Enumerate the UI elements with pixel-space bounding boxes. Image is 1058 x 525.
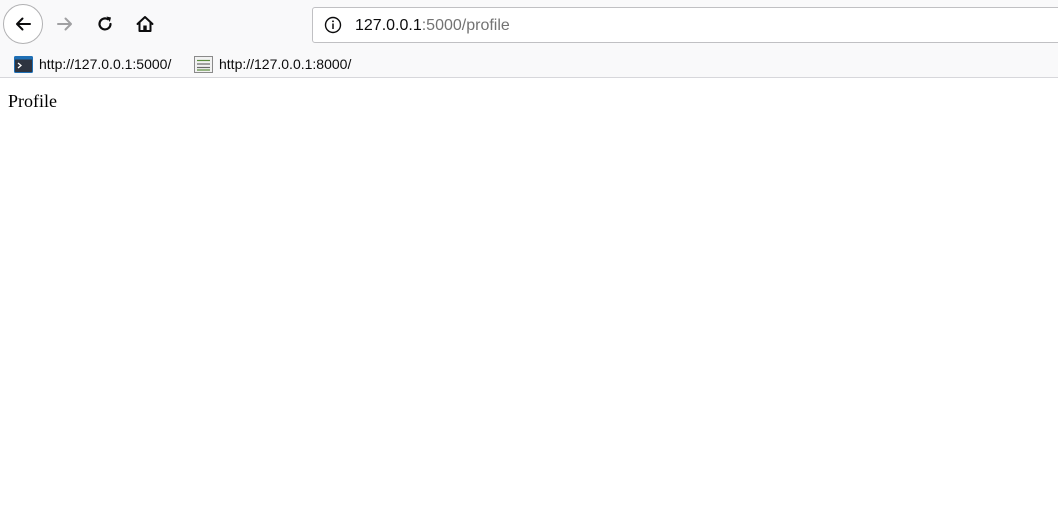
page-content: Profile <box>0 78 1058 525</box>
home-button[interactable] <box>130 9 160 39</box>
bookmarks-toolbar: http://127.0.0.1:5000/ http://127.0.0.1:… <box>0 50 1058 78</box>
url-bar[interactable]: 127.0.0.1:5000/profile <box>312 7 1058 43</box>
back-button[interactable] <box>3 4 43 44</box>
browser-window: 127.0.0.1:5000/profile http://127.0.0.1:… <box>0 0 1058 525</box>
page-title: Profile <box>8 91 57 111</box>
bookmark-item[interactable]: http://127.0.0.1:5000/ <box>14 54 171 74</box>
url-path: :5000/profile <box>421 17 510 34</box>
info-icon[interactable] <box>324 16 342 34</box>
url-text: 127.0.0.1:5000/profile <box>355 16 510 36</box>
reload-button[interactable] <box>90 9 120 39</box>
terminal-icon <box>14 55 33 73</box>
document-list-icon <box>194 55 213 73</box>
bookmark-label: http://127.0.0.1:8000/ <box>219 56 352 72</box>
bookmark-item[interactable]: http://127.0.0.1:8000/ <box>194 54 351 74</box>
arrow-right-icon <box>57 17 72 31</box>
arrow-left-icon <box>16 17 31 31</box>
bookmark-label: http://127.0.0.1:5000/ <box>39 56 172 72</box>
navigation-toolbar: 127.0.0.1:5000/profile <box>0 0 1058 50</box>
home-icon <box>136 16 154 32</box>
url-host: 127.0.0.1 <box>355 17 422 34</box>
reload-icon <box>98 16 112 31</box>
forward-button[interactable] <box>50 9 80 39</box>
